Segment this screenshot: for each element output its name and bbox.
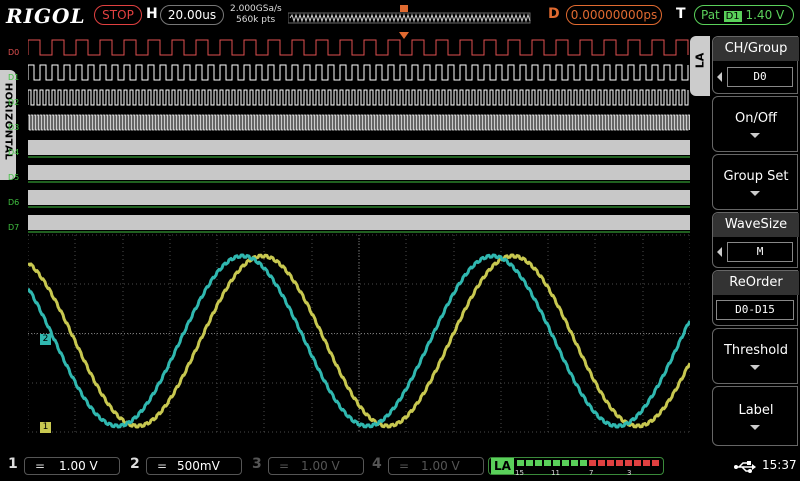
digital-trace-d7 xyxy=(28,215,690,230)
la-channel-block xyxy=(607,460,614,466)
la-label: LA xyxy=(491,458,514,474)
sample-rate: 2.000GSa/s xyxy=(230,4,282,14)
digital-label-d3: D3 xyxy=(8,123,20,132)
ch4-number: 4 xyxy=(372,456,382,472)
digital-label-d1: D1 xyxy=(8,73,20,82)
la-channel-block xyxy=(526,460,533,466)
ch3-number: 3 xyxy=(252,456,262,472)
chevron-down-icon xyxy=(750,425,760,430)
la-channel-block xyxy=(535,460,542,466)
reorder-value: D0-D15 xyxy=(716,300,794,320)
arrow-left-icon xyxy=(717,247,722,257)
digital-label-d5: D5 xyxy=(8,173,20,182)
ch1-scale: 1.00 V xyxy=(59,459,98,473)
digital-label-d7: D7 xyxy=(8,223,20,232)
on-off-title: On/Off xyxy=(734,111,778,126)
ch-group-title: CH/Group xyxy=(724,41,788,56)
trigger-level: 1.40 V xyxy=(745,8,785,22)
digital-label-d4: D4 xyxy=(8,148,20,157)
ch1-number: 1 xyxy=(8,456,18,472)
left-panel: HORIZONTAL D0 D1 D2 D3 D4 D5 D6 D7 xyxy=(0,30,28,450)
on-off-menu[interactable]: On/Off xyxy=(712,96,798,152)
run-stop-status[interactable]: STOP xyxy=(94,5,142,25)
threshold-title: Threshold xyxy=(723,343,789,358)
ch2-scale: 500mV xyxy=(177,459,220,473)
horizontal-label: H xyxy=(146,6,158,22)
la-channel-block xyxy=(652,460,659,466)
la-tab[interactable]: LA xyxy=(690,36,710,96)
digital-trace-d2 xyxy=(28,89,689,106)
trigger-info[interactable]: Pat D1 1.40 V xyxy=(694,5,794,25)
la-tick-3: 3 xyxy=(627,469,632,477)
la-channel-block xyxy=(643,460,650,466)
digital-label-d6: D6 xyxy=(8,198,20,207)
waveform-display[interactable] xyxy=(28,30,690,448)
rigol-logo: RIGOL xyxy=(6,4,86,28)
la-tick-7: 7 xyxy=(589,469,594,477)
la-channel-block xyxy=(616,460,623,466)
digital-trace-d5 xyxy=(28,165,690,180)
label-menu[interactable]: Label xyxy=(712,386,798,446)
group-set-menu[interactable]: Group Set xyxy=(712,154,798,210)
bottom-status-bar: 1 = 1.00 V 2 = 500mV 3 = 1.00 V 4 = 1.00… xyxy=(0,452,800,480)
reorder-menu[interactable]: ReOrder D0-D15 xyxy=(712,270,799,326)
la-channel-block xyxy=(580,460,587,466)
usb-icon xyxy=(734,461,756,473)
memory-position-bar xyxy=(288,5,531,24)
ch3-scale: 1.00 V xyxy=(301,459,340,473)
wave-size-menu[interactable]: WaveSize M xyxy=(712,212,799,268)
la-channel-block xyxy=(598,460,605,466)
group-set-title: Group Set xyxy=(723,169,789,184)
la-channel-block xyxy=(544,460,551,466)
wave-size-title: WaveSize xyxy=(724,217,788,232)
threshold-menu[interactable]: Threshold xyxy=(712,328,798,384)
ch1-marker[interactable]: 1 xyxy=(40,422,51,433)
trigger-source: D1 xyxy=(723,11,742,22)
la-menu: CH/Group D0 On/Off Group Set WaveSize M … xyxy=(712,36,800,450)
ch2-number: 2 xyxy=(130,456,140,472)
ch3-coupling: = xyxy=(279,459,290,473)
trigger-label: T xyxy=(676,6,686,22)
ch2-marker[interactable]: 2 xyxy=(40,334,51,345)
la-tick-11: 11 xyxy=(551,469,560,477)
la-tick-15: 15 xyxy=(515,469,524,477)
ch4-scale-box[interactable]: = 1.00 V xyxy=(388,457,484,475)
wave-size-value: M xyxy=(727,242,793,262)
la-channel-block xyxy=(571,460,578,466)
ch-group-menu[interactable]: CH/Group D0 xyxy=(712,36,799,94)
reorder-title: ReOrder xyxy=(729,275,783,290)
la-tab-label: LA xyxy=(693,52,707,69)
digital-label-d0: D0 xyxy=(8,48,20,57)
top-status-bar: RIGOL STOP H 20.00us 2.000GSa/s 560k pts… xyxy=(0,0,800,30)
la-channel-block xyxy=(562,460,569,466)
ch-group-value: D0 xyxy=(727,67,793,87)
arrow-left-icon xyxy=(717,72,722,82)
digital-label-d2: D2 xyxy=(8,98,20,107)
chevron-down-icon xyxy=(750,365,760,370)
trigger-delay-value[interactable]: 0.00000000ps xyxy=(566,5,662,25)
label-title: Label xyxy=(738,403,774,418)
chevron-down-icon xyxy=(750,191,760,196)
ch3-scale-box[interactable]: = 1.00 V xyxy=(268,457,364,475)
delay-label: D xyxy=(548,6,560,22)
ch2-scale-box[interactable]: = 500mV xyxy=(146,457,242,475)
la-status-box[interactable]: LA 15 11 7 3 xyxy=(488,457,664,477)
chevron-down-icon xyxy=(750,133,760,138)
digital-trace-d4 xyxy=(28,140,690,155)
trigger-mode: Pat xyxy=(701,8,720,22)
ch1-coupling: = xyxy=(35,459,46,473)
ch2-coupling: = xyxy=(157,459,168,473)
ch4-scale: 1.00 V xyxy=(421,459,460,473)
trigger-position-marker xyxy=(400,5,408,12)
memory-depth: 560k pts xyxy=(236,15,276,25)
digital-trace-d6 xyxy=(28,190,690,205)
grid xyxy=(28,234,690,433)
ch4-coupling: = xyxy=(399,459,410,473)
ch1-scale-box[interactable]: = 1.00 V xyxy=(24,457,120,475)
la-channel-block xyxy=(634,460,641,466)
timebase-value[interactable]: 20.00us xyxy=(160,5,224,25)
clock: 15:37 xyxy=(762,458,797,472)
